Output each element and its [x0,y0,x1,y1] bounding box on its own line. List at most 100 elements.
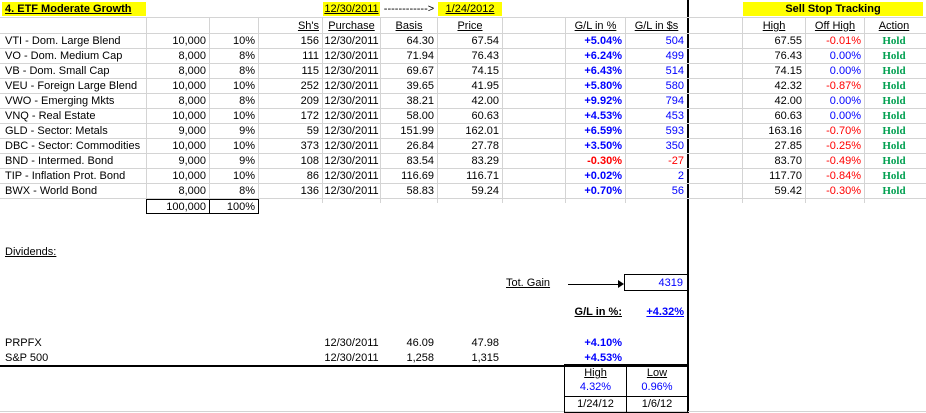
cell-gl-usd: 453 [665,110,684,122]
cell-purchase: 12/30/2011 [324,65,379,77]
cell-pct: 8% [239,65,255,77]
cell-off-high: 0.00% [829,110,861,122]
cell-amount: 8,000 [178,50,206,62]
header-off-high: Off High [814,20,856,32]
cell-basis: 38.21 [406,95,434,107]
cell-purchase: 12/30/2011 [324,125,379,137]
cell-action: Hold [882,155,906,167]
cell-price: 59.24 [471,185,499,197]
cell-basis: 71.94 [406,50,434,62]
cell-gl-pct: +6.24% [584,50,622,62]
cell-high: 117.70 [769,170,802,182]
cell-shares: 111 [302,50,319,62]
cell-name: VWO - Emerging Mkts [5,95,115,107]
total-pct: 100% [226,201,255,213]
cell-gl-pct: +0.70% [584,185,622,197]
header-gl-pct: G/L in % [574,20,617,32]
cell-purchase: 12/30/2011 [324,170,379,182]
cell-high: 76.43 [774,50,802,62]
cell-high: 60.63 [774,110,802,122]
cell-name: VEU - Foreign Large Blend [5,80,138,92]
cell-pct: 8% [239,95,255,107]
cell-gl-usd: 2 [677,170,684,182]
cell-action: Hold [882,140,906,152]
header-purchase: Purchase [328,20,375,32]
cell-gl-usd: 514 [665,65,684,77]
cell-purchase: 12/30/2011 [324,110,379,122]
cell-off-high: -0.49% [826,155,861,167]
sheet-title: 4. ETF Moderate Growth [2,2,146,16]
cell-gl-pct: +5.04% [584,35,622,47]
cell-basis: 26.84 [406,140,434,152]
cell-shares: 156 [300,35,319,47]
sell-stop-title: Sell Stop Tracking [743,2,923,16]
cell-price: 74.15 [471,65,499,77]
date-start: 12/30/2011 [323,2,380,16]
cell-action: Hold [882,125,906,137]
cell-pct: 10% [232,80,255,92]
cell-pct: 10% [232,170,255,182]
cell-amount: 10,000 [172,35,206,47]
cell-shares: 59 [306,125,319,137]
cell-amount: 10,000 [172,80,206,92]
cell-action: Hold [882,80,906,92]
cell-amount: 9,000 [178,155,206,167]
cell-off-high: -0.25% [826,140,861,152]
cell-name: VNQ - Real Estate [5,110,96,122]
total-amount: 100,000 [166,201,206,213]
cell-basis: 116.69 [401,170,434,182]
cell-name: BND - Intermed. Bond [5,155,114,167]
cell-price: 116.71 [466,170,499,182]
benchmark-price: 1,315 [471,352,499,364]
cell-gl-usd: 56 [671,185,684,197]
cell-shares: 172 [300,110,319,122]
cell-amount: 8,000 [178,95,206,107]
cell-action: Hold [882,110,906,122]
cell-action: Hold [882,185,906,197]
date-end: 1/24/2012 [438,2,502,16]
tot-gain-label: Tot. Gain [506,277,551,289]
gl-pct-total-label: G/L in %: [574,306,622,318]
cell-shares: 252 [300,80,319,92]
cell-price: 27.78 [471,140,499,152]
cell-action: Hold [882,170,906,182]
cell-shares: 86 [306,170,319,182]
cell-name: TIP - Inflation Prot. Bond [5,170,126,182]
cell-pct: 8% [239,50,255,62]
header-high: High [762,20,786,32]
high-label: High [584,367,607,379]
cell-action: Hold [882,95,906,107]
cell-gl-pct: +0.02% [584,170,622,182]
cell-pct: 10% [232,35,255,47]
cell-off-high: -0.01% [826,35,861,47]
benchmark-name: S&P 500 [5,352,49,364]
dividends-label: Dividends: [5,246,57,258]
cell-gl-pct: +5.80% [584,80,622,92]
low-date: 1/6/12 [641,398,673,410]
cell-high: 42.32 [774,80,802,92]
cell-high: 27.85 [774,140,802,152]
cell-high: 59.42 [774,185,802,197]
cell-high: 74.15 [774,65,802,77]
cell-action: Hold [882,35,906,47]
cell-gl-pct: +9.92% [584,95,622,107]
cell-pct: 9% [239,125,255,137]
cell-purchase: 12/30/2011 [324,50,379,62]
cell-purchase: 12/30/2011 [324,155,379,167]
spreadsheet: 4. ETF Moderate Growth 12/30/2011 ------… [0,0,926,413]
cell-gl-pct: +4.53% [584,110,622,122]
cell-shares: 115 [301,65,319,77]
cell-price: 41.95 [471,80,499,92]
tot-gain-value: 4319 [658,277,683,289]
cell-shares: 209 [300,95,319,107]
cell-gl-usd: 580 [665,80,684,92]
cell-amount: 10,000 [172,170,206,182]
cell-gl-usd: 593 [665,125,684,137]
header-gl-usd: G/L in $s [634,20,679,32]
benchmark-basis: 46.09 [406,337,434,349]
benchmark-name: PRPFX [5,337,42,349]
cell-basis: 69.67 [406,65,434,77]
low-label: Low [646,367,668,379]
header-shares: Sh's [297,20,319,32]
cell-amount: 10,000 [172,140,206,152]
